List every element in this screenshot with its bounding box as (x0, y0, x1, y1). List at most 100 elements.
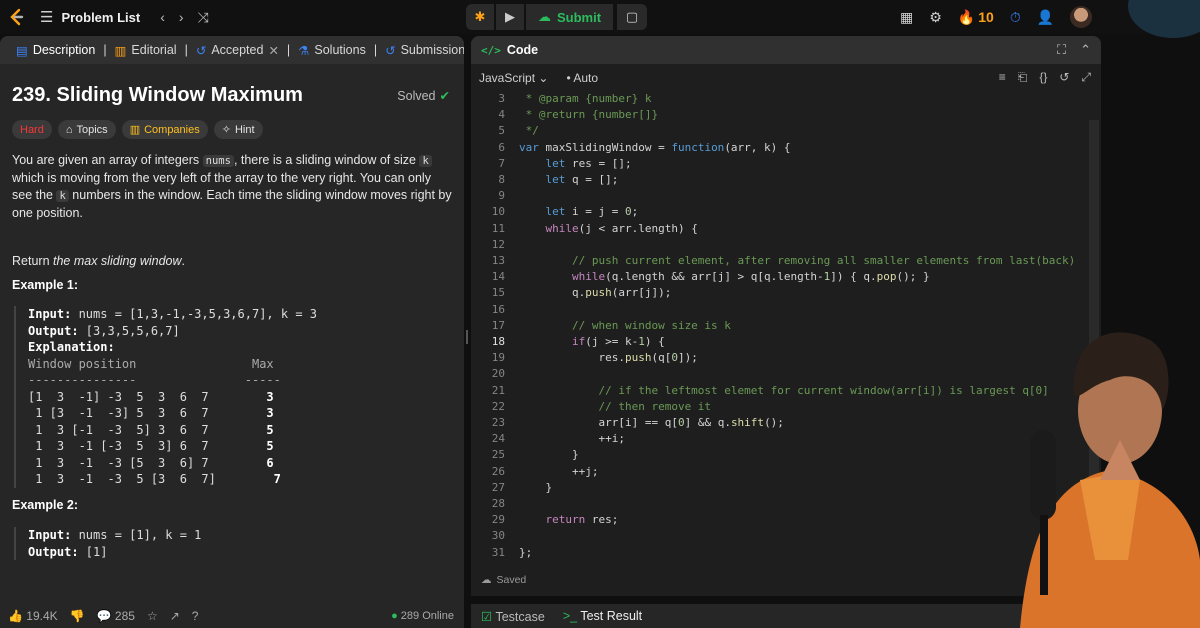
building-icon: ▥ (129, 124, 141, 136)
code-line[interactable]: let q = []; (519, 173, 619, 186)
close-tab-icon[interactable]: ✕ (268, 43, 278, 58)
run-button[interactable]: ▶ (496, 4, 524, 30)
testcase-label: Testcase (495, 609, 545, 624)
code-line[interactable]: while(j < arr.length) { (519, 222, 698, 235)
tab-description[interactable]: ▤ Description (8, 36, 103, 64)
code-line[interactable]: var maxSlidingWindow = function(arr, k) … (519, 141, 791, 154)
auto-mode-toggle[interactable]: • Auto (566, 71, 598, 85)
leetcode-logo-icon[interactable] (0, 0, 34, 34)
expand-icon[interactable]: ⤢ (1081, 70, 1091, 85)
bookmark-icon[interactable]: ⎗ (1018, 70, 1028, 85)
problem-list-button[interactable]: ☰ Problem List (40, 8, 140, 26)
submit-button[interactable]: ☁ Submit (526, 4, 614, 30)
book-icon: ▥ (114, 43, 127, 58)
code-line[interactable]: q.push(arr[j]); (519, 286, 671, 299)
code-icon: </> (481, 43, 501, 57)
online-dot-icon: ● (391, 610, 398, 622)
code-line[interactable]: // then remove it (519, 400, 711, 413)
panel-resize-handle[interactable] (466, 330, 468, 344)
code-line[interactable]: ++i; (519, 432, 625, 445)
layout-icon[interactable]: ▦ (900, 9, 913, 26)
code-line[interactable]: if(j >= k-1) { (519, 335, 665, 348)
online-count: ● 289 Online (391, 610, 454, 622)
problem-title[interactable]: 239. Sliding Window Maximum (12, 84, 303, 107)
user-avatar[interactable] (1070, 6, 1093, 28)
code-line[interactable]: let i = j = 0; (519, 205, 639, 218)
submit-label: Submit (557, 9, 602, 25)
maximize-icon[interactable]: ⛶ (1057, 42, 1066, 58)
notes-button[interactable]: ▢ (617, 4, 648, 30)
topics-tag[interactable]: ⌂ Topics (57, 120, 116, 139)
output-label: Output: (28, 323, 79, 338)
code-line[interactable]: }; (519, 546, 532, 559)
favorite-star-icon[interactable]: ☆ (147, 609, 158, 623)
top-bar: ☰ Problem List ‹ › ⤨ ✱ ▶ ☁ Submit ▢ ▦ ⚙ … (0, 0, 1200, 34)
example-1-title: Example 1: (12, 278, 79, 292)
hint-label: Hint (234, 123, 255, 136)
example-line: Output: [3,3,5,5,6,7] (28, 323, 317, 340)
code-line[interactable]: res.push(q[0]); (519, 351, 697, 364)
timer-icon[interactable]: ⏱ (1010, 9, 1021, 26)
tag-icon: ⌂ (65, 123, 73, 136)
code-line[interactable]: } (519, 481, 552, 494)
line-number: 19 (491, 351, 505, 365)
line-number: 10 (491, 205, 505, 219)
line-number: 29 (491, 513, 505, 527)
solved-status: Solved ✔ (397, 88, 450, 104)
topics-label: Topics (76, 123, 108, 136)
settings-gear-icon[interactable]: ⚙ (929, 9, 942, 26)
tab-submissions[interactable]: ↺ Submissions (377, 36, 464, 64)
window-table-rule: --------------- ----- (28, 373, 281, 387)
tab-testcase[interactable]: ☑ Testcase (481, 609, 545, 624)
return-text: . (181, 254, 186, 268)
shuffle-icon[interactable]: ⤨ (198, 9, 209, 26)
code-line[interactable]: * @return {number[]} (519, 108, 658, 121)
code-line[interactable]: return res; (519, 513, 619, 526)
help-icon[interactable]: ? (192, 609, 199, 623)
like-button[interactable]: 👍 19.4K (8, 609, 58, 623)
companies-tag[interactable]: ▥ Companies (121, 120, 208, 139)
play-icon: ▶ (505, 9, 515, 24)
tab-submissions-label: Submissions (400, 43, 464, 57)
hint-tag[interactable]: ✧ Hint (213, 120, 263, 139)
code-line[interactable]: // push current element, after removing … (519, 254, 1075, 267)
code-line[interactable]: } (519, 448, 579, 461)
cloud-icon: ☁ (481, 574, 492, 586)
history-icon: ↺ (385, 43, 396, 58)
collapse-chevron-icon[interactable]: ⌃ (1080, 42, 1091, 58)
add-user-icon[interactable]: 👤 (1037, 9, 1054, 26)
tab-test-result[interactable]: >_ Test Result (563, 609, 642, 623)
next-problem-icon[interactable]: › (179, 9, 184, 26)
line-number: 17 (491, 318, 505, 332)
code-line[interactable]: // when window size is k (519, 319, 731, 332)
tab-accepted[interactable]: ↺ Accepted ✕ (188, 36, 287, 64)
format-icon[interactable]: ≡ (999, 70, 1006, 85)
comment-icon: 💬 (96, 609, 112, 623)
editor-toolbar: JavaScript ⌄ • Auto ≡ ⎗ {} ↺ ⤢ (471, 64, 1101, 92)
code-line[interactable]: ++j; (519, 465, 599, 478)
tab-editorial[interactable]: ▥ Editorial (107, 36, 185, 64)
problem-list-label: Problem List (61, 9, 141, 25)
debug-button[interactable]: ✱ (466, 4, 494, 30)
braces-icon[interactable]: {} (1039, 70, 1047, 85)
example-2-block: Input: nums = [1], k = 1 Output: [1] (14, 527, 201, 560)
tab-solutions[interactable]: ⚗ Solutions (290, 36, 374, 64)
code-line[interactable]: * @param {number} k (519, 92, 652, 105)
window-position: 1 3 [-1 -3 5] 3 6 7 (28, 422, 209, 437)
code-line[interactable]: // if the leftmost elemet for current wi… (519, 384, 1048, 397)
line-number: 8 (498, 173, 505, 186)
line-number: 22 (491, 399, 505, 413)
code-line[interactable]: while(q.length && arr[j] > q[q.length-1]… (519, 270, 930, 283)
streak-counter[interactable]: 🔥 10 (958, 9, 994, 26)
comments-button[interactable]: 💬 285 (97, 609, 135, 623)
note-icon: ▢ (625, 9, 639, 24)
code-line[interactable]: arr[i] == q[0] && q.shift(); (519, 416, 783, 429)
code-line[interactable]: */ (519, 124, 539, 137)
share-icon[interactable]: ↗ (170, 609, 180, 623)
reset-icon[interactable]: ↺ (1059, 70, 1069, 85)
previous-problem-icon[interactable]: ‹ (160, 9, 165, 26)
code-line[interactable]: let res = []; (519, 157, 632, 170)
dislike-button[interactable]: 👎 (70, 609, 85, 623)
language-select[interactable]: JavaScript ⌄ (479, 71, 548, 85)
